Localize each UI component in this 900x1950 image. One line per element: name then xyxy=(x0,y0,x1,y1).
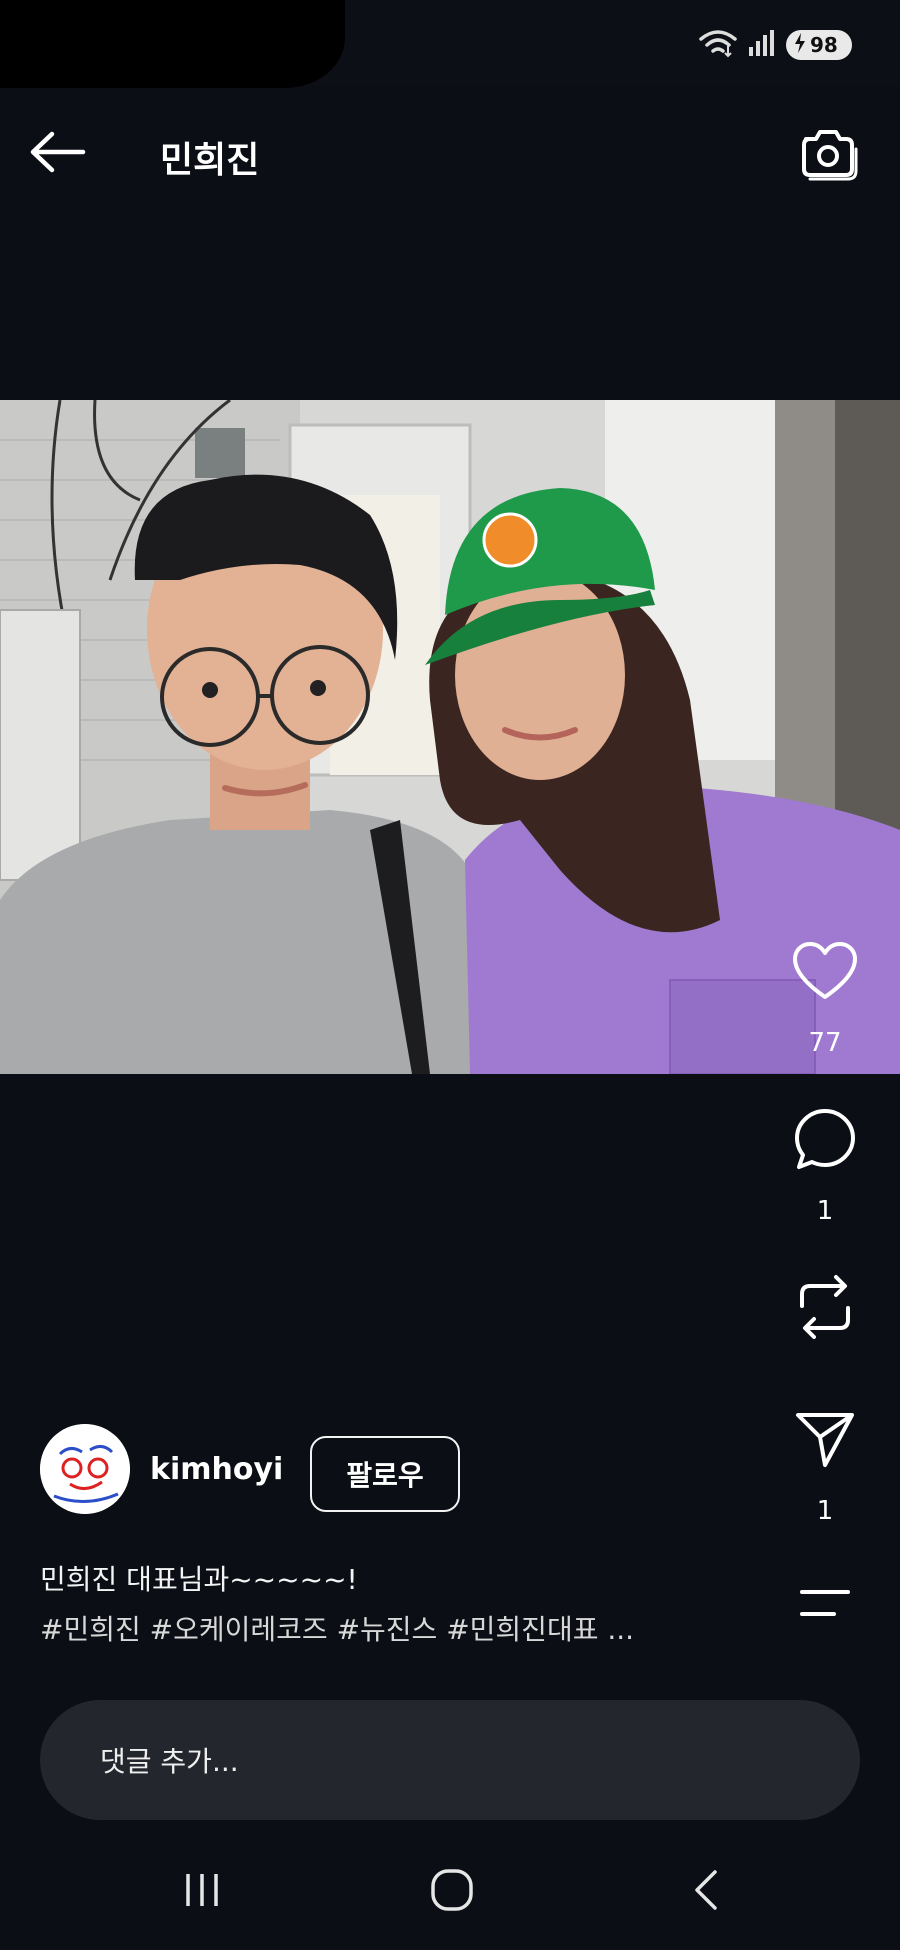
redacted-area xyxy=(0,0,345,88)
like-button[interactable] xyxy=(790,936,860,1006)
post-photo[interactable] xyxy=(0,400,900,1074)
repost-button[interactable] xyxy=(790,1272,860,1342)
author-username[interactable]: kimhoyi xyxy=(150,1452,283,1487)
system-back-button[interactable] xyxy=(666,1858,746,1922)
share-count: 1 xyxy=(816,1496,834,1526)
system-nav-bar xyxy=(0,1830,900,1950)
photo-illustration xyxy=(0,400,900,1074)
hashtag-list[interactable]: #민희진 #오케이레코즈 #뉴진스 #민희진대표 xyxy=(40,1613,598,1646)
status-bar: 98 xyxy=(0,0,900,88)
repost-icon xyxy=(800,1275,850,1339)
share-button[interactable] xyxy=(790,1404,860,1474)
more-options-button[interactable] xyxy=(790,1568,860,1638)
back-button[interactable] xyxy=(26,124,90,180)
post-caption: 민희진 대표님과~~~~~! xyxy=(40,1563,358,1596)
post-hashtags[interactable]: #민희진 #오케이레코즈 #뉴진스 #민희진대표 ... xyxy=(40,1608,634,1648)
camera-button[interactable] xyxy=(796,122,860,186)
comment-count: 1 xyxy=(816,1196,834,1226)
wifi-icon xyxy=(698,28,738,62)
avatar-drawing xyxy=(40,1424,130,1514)
comment-button[interactable] xyxy=(790,1104,860,1174)
more-caption-ellipsis[interactable]: ... xyxy=(607,1613,634,1646)
header: 민희진 xyxy=(0,86,900,226)
battery-charging-icon xyxy=(794,32,806,58)
send-icon xyxy=(796,1413,854,1467)
back-icon xyxy=(695,1870,717,1910)
like-count: 77 xyxy=(808,1028,842,1058)
author-avatar[interactable] xyxy=(40,1424,130,1514)
battery-indicator: 98 xyxy=(786,30,852,60)
follow-button[interactable]: 팔로우 xyxy=(310,1436,460,1512)
status-icons: 98 xyxy=(698,28,852,62)
back-arrow-icon xyxy=(30,131,86,173)
recent-apps-button[interactable] xyxy=(162,1858,242,1922)
camera-icon xyxy=(802,130,858,181)
heart-icon xyxy=(793,942,857,999)
comment-input[interactable]: 댓글 추가... xyxy=(40,1700,860,1820)
comment-bubble-icon xyxy=(795,1109,855,1169)
home-button[interactable] xyxy=(412,1858,492,1922)
battery-level: 98 xyxy=(810,33,838,57)
home-icon xyxy=(431,1869,473,1911)
comment-placeholder: 댓글 추가... xyxy=(100,1745,239,1778)
recent-apps-icon xyxy=(186,1874,218,1906)
menu-lines-icon xyxy=(800,1590,850,1616)
signal-icon xyxy=(748,29,776,61)
page-title: 민희진 xyxy=(160,140,260,181)
